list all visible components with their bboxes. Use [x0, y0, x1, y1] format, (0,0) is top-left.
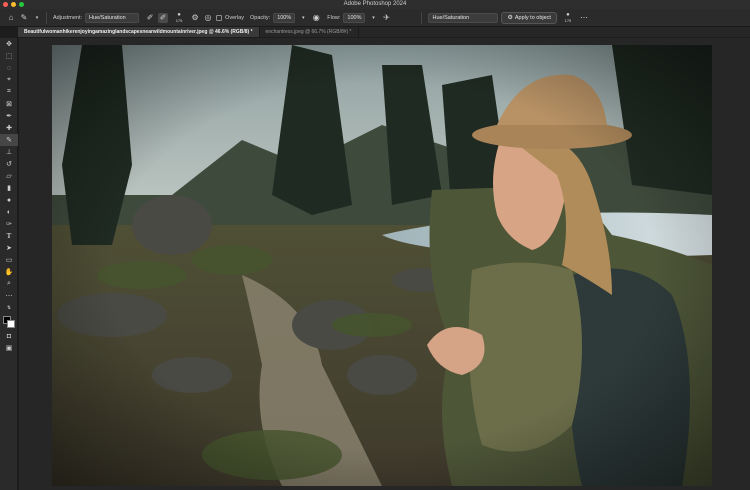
pressure-icon[interactable]: ◎	[203, 13, 213, 23]
adjustment-label: Adjustment:	[53, 14, 83, 21]
options-bar: ⌂ ✎ ▾ Adjustment: Hue/Saturation ✐ ✐ ● 1…	[0, 9, 750, 27]
opacity-pressure-icon[interactable]: ◉	[311, 13, 321, 23]
pen-tool-icon[interactable]: ✑	[0, 218, 18, 230]
zoom-tool-icon[interactable]: ⌕	[0, 278, 18, 290]
title-bar: Adobe Photoshop 2024	[0, 0, 750, 9]
overlay-checkbox[interactable]	[216, 14, 223, 21]
eyedropper-icon[interactable]: ✒	[0, 110, 18, 122]
zoom-window-button[interactable]	[19, 2, 24, 7]
opacity-label: Opacity:	[250, 14, 271, 21]
edit-toolbar-icon[interactable]: ⇅	[0, 302, 18, 314]
color-swatches[interactable]	[0, 314, 17, 330]
document-tabs: Beautifulwomanhikerenjoyingamazinglandsc…	[18, 27, 750, 37]
apply-icon: ⚙	[507, 14, 513, 21]
tab-label: Beautifulwomanhikerenjoyingamazinglandsc…	[24, 29, 253, 35]
dodge-icon[interactable]: ◐	[0, 206, 18, 218]
hand-tool-icon[interactable]: ✋	[0, 266, 18, 278]
brush-settings-icon[interactable]: ⚙	[190, 13, 200, 23]
screen-mode-icon[interactable]: ▣	[0, 342, 18, 354]
chevron-down-icon[interactable]: ▾	[298, 13, 308, 23]
chevron-down-icon[interactable]: ▾	[368, 13, 378, 23]
history-brush-icon[interactable]: ↺	[0, 158, 18, 170]
adjustment-select[interactable]: Hue/Saturation	[85, 12, 140, 23]
airbrush-icon[interactable]: ✈	[381, 13, 391, 23]
brush-preset-icon[interactable]: ✎	[19, 13, 29, 23]
tab-beautiful-woman[interactable]: Beautifulwomanhikerenjoyingamazinglandsc…	[18, 27, 260, 37]
tab-enchantress[interactable]: enchantress.jpeg @ 66.7% (RGB/8#) *	[260, 27, 359, 37]
gradient-icon[interactable]: ▮	[0, 182, 18, 194]
more-tools-icon[interactable]: ⋯	[0, 290, 18, 302]
chevron-down-icon[interactable]: ▾	[32, 13, 42, 23]
adjustment-dropdown[interactable]: Hue/Saturation	[428, 12, 499, 23]
brush-tool-icon[interactable]: ✎	[0, 134, 18, 146]
tools-panel: ✥ ⬚ ◌ ⌖ ⌗ ⊠ ✒ ✚ ✎ ⊥ ↺ ▱ ▮ ● ◐ ✑ T ➤ ▭ ✋ …	[0, 38, 18, 490]
path-select-icon[interactable]: ➤	[0, 242, 18, 254]
minimize-window-button[interactable]	[11, 2, 16, 7]
apply-to-object-button[interactable]: ⚙ Apply to object	[501, 11, 557, 24]
type-tool-icon[interactable]: T	[0, 230, 18, 242]
rectangle-tool-icon[interactable]: ▭	[0, 254, 18, 266]
background-color-swatch[interactable]	[7, 320, 15, 328]
brush-mode-active-icon[interactable]: ✐	[158, 12, 169, 23]
move-tool-icon[interactable]: ✥	[0, 38, 18, 50]
flow-label: Flow:	[327, 14, 341, 21]
window-controls[interactable]	[3, 2, 24, 7]
flow-input[interactable]: 100%	[343, 12, 366, 23]
crop-tool-icon[interactable]: ⌗	[0, 86, 18, 98]
eraser-icon[interactable]: ▱	[0, 170, 18, 182]
document-image[interactable]	[52, 45, 712, 486]
frame-tool-icon[interactable]: ⊠	[0, 98, 18, 110]
lasso-tool-icon[interactable]: ◌	[0, 62, 18, 74]
brush-mode-icon[interactable]: ✐	[145, 13, 155, 23]
size-value: 175	[564, 17, 572, 23]
overlay-label: Overlay	[225, 14, 244, 21]
marquee-tool-icon[interactable]: ⬚	[0, 50, 18, 62]
more-options-icon[interactable]: ⋯	[579, 13, 589, 23]
close-window-button[interactable]	[3, 2, 8, 7]
quick-mask-icon[interactable]: ◘	[0, 330, 18, 342]
blur-icon[interactable]: ●	[0, 194, 18, 206]
brush-size-value: 175	[175, 17, 183, 23]
healing-brush-icon[interactable]: ✚	[0, 122, 18, 134]
object-select-icon[interactable]: ⌖	[0, 74, 18, 86]
apply-to-object-label: Apply to object	[514, 14, 551, 21]
tab-label: enchantress.jpeg @ 66.7% (RGB/8#) *	[265, 29, 352, 35]
app-title: Adobe Photoshop 2024	[343, 1, 407, 7]
clone-stamp-icon[interactable]: ⊥	[0, 146, 18, 158]
opacity-input[interactable]: 100%	[273, 12, 296, 23]
home-icon[interactable]: ⌂	[6, 13, 16, 23]
